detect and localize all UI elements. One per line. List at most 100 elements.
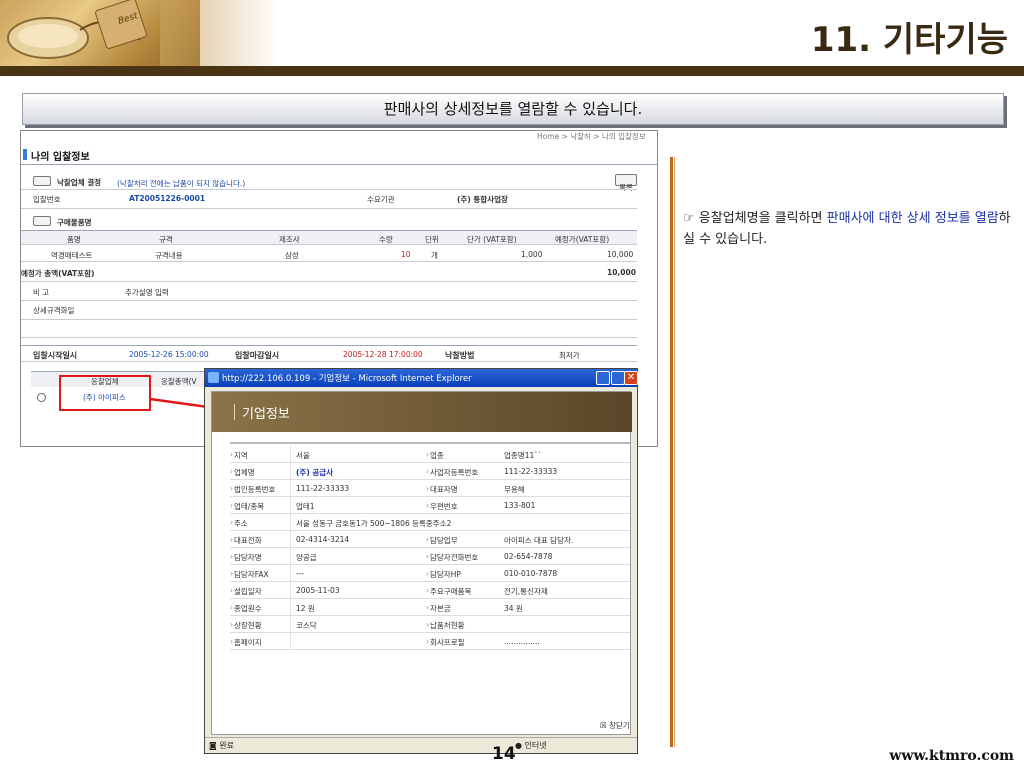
info-row: › 업태/종목 업태1 › 우편번호 133-801 — [230, 497, 630, 514]
col-header: 단가 (VAT포함) — [467, 235, 517, 244]
remark-label: 비 고 — [33, 288, 50, 297]
col-separator — [290, 531, 291, 548]
info-row: › 홈페이지 › 회사프로필............... — [230, 633, 630, 650]
cell: 규격내용 — [155, 251, 183, 260]
status-left-label: 완료 — [219, 741, 235, 750]
bullet-icon: › — [230, 501, 233, 510]
info-row: › 업체명 (주) 공급사 › 사업자등록번호 111-22-33333 — [230, 463, 630, 480]
bidder-radio[interactable] — [37, 393, 46, 402]
minimize-button[interactable] — [596, 371, 610, 385]
caption-bar: 판매사의 상세정보를 열람할 수 있습니다. — [22, 93, 1004, 125]
bullet-icon: › — [426, 450, 429, 459]
info-value: 111-22-33333 — [296, 484, 350, 493]
info-value: 업태1 — [296, 502, 315, 511]
info-value: 34 원 — [504, 604, 523, 613]
status-left: ◙ 완료 — [209, 741, 235, 750]
close-link[interactable]: ☒ 창닫기 — [600, 720, 630, 731]
start-value: 2005-12-26 15:00:00 — [129, 350, 209, 359]
row-line — [21, 337, 637, 338]
info-label: 업종 — [430, 451, 444, 460]
bullet-icon: › — [230, 450, 233, 459]
bullet-icon: › — [230, 552, 233, 561]
info-value: 코스닥 — [296, 621, 317, 630]
bullet-icon: › — [230, 518, 233, 527]
col-separator — [290, 548, 291, 565]
col-header: 규격 — [159, 235, 173, 244]
row-line — [21, 281, 637, 282]
row-line — [21, 319, 637, 320]
status-bar: ◙ 완료 ● 인터넷 — [205, 737, 637, 753]
checkbox-icon — [33, 216, 51, 226]
info-label: 우편번호 — [430, 502, 458, 511]
info-row: › 담당자명 양공급 › 담당자전화번호 02-654-7878 — [230, 548, 630, 565]
close-window-button[interactable]: ✕ — [624, 371, 638, 385]
info-value: 아이피스 대표 담당자. — [504, 536, 574, 545]
bullet-icon: › — [426, 552, 429, 561]
popup-heading: 기업정보 — [242, 407, 290, 422]
col-separator — [290, 599, 291, 616]
col-separator — [290, 514, 291, 531]
ie-icon — [208, 372, 219, 383]
end-label: 입찰마감일시 — [235, 351, 280, 360]
winner-note: (낙찰처리 전에는 납품이 되지 않습니다.) — [117, 179, 246, 188]
col-header: 품명 — [67, 235, 81, 244]
info-value: 12 원 — [296, 604, 315, 613]
bullet-icon: › — [426, 501, 429, 510]
highlight-box — [59, 375, 151, 411]
header: Best 11. 기타기능 — [0, 0, 1024, 66]
maximize-button[interactable] — [611, 371, 625, 385]
info-label: 홈페이지 — [234, 638, 262, 647]
info-label: 담당자전화번호 — [430, 553, 479, 562]
info-value: 양공급 — [296, 553, 317, 562]
start-label: 입찰시작일시 — [33, 351, 78, 360]
cell: 역경매테스트 — [51, 251, 93, 260]
info-value: (주) 공급사 — [296, 468, 334, 477]
status-right-label: 인터넷 — [524, 741, 547, 750]
info-label: 대표자명 — [430, 485, 458, 494]
info-row: › 주소 서울 성동구 금호동1가 500~1806 등록중주소2 — [230, 514, 630, 531]
total-label: 예정가 총액(VAT포함) — [21, 269, 95, 278]
agency-label: 수요기관 — [367, 195, 395, 204]
spec-label: 상세규격화일 — [33, 306, 75, 315]
end-value: 2005-12-28 17:00:00 — [343, 350, 423, 359]
status-right: ● 인터넷 — [515, 741, 547, 750]
note-prefix: ☞ 응찰업체명을 클릭하면 — [683, 211, 827, 226]
row-line — [21, 189, 637, 190]
col-header: 예정가(VAT포함) — [555, 235, 610, 244]
info-label: 주소 — [234, 519, 248, 528]
note-text: ☞ 응찰업체명을 클릭하면 판매사에 대한 상세 정보를 열람하실 수 있습니다… — [683, 208, 1013, 250]
items-header-row: 품명 규격 제조사 수량 단위 단가 (VAT포함) 예정가(VAT포함) — [21, 230, 637, 245]
info-label: 회사프로필 — [430, 638, 465, 647]
winner-label: 낙찰업체 결정 — [57, 178, 102, 187]
info-value: 010-010-7878 — [504, 569, 558, 578]
col-separator — [290, 497, 291, 514]
header-bar — [0, 66, 1024, 76]
list-button-label: 목록 — [619, 183, 633, 192]
popup-titlebar: http://222.106.0.109 - 기업정보 - Microsoft … — [205, 369, 638, 387]
info-label: 자본금 — [430, 604, 451, 613]
info-row: › 지역 서울 › 업종 업종명11`` — [230, 446, 630, 463]
bid-no-label: 입찰번호 — [33, 195, 61, 204]
info-row: › 상장현황 코스닥 › 납품처현황 — [230, 616, 630, 633]
col-separator — [290, 565, 291, 582]
list-button[interactable]: 목록 — [615, 174, 637, 192]
col-separator — [290, 582, 291, 599]
method-label: 낙찰방법 — [445, 351, 475, 360]
info-label: 담당자명 — [234, 553, 262, 562]
bullet-icon: › — [426, 620, 429, 629]
amount-header: 응찰총액(V — [161, 377, 197, 386]
info-row: › 법인등록번호 111-22-33333 › 대표자명 무용해 — [230, 480, 630, 497]
info-value: 02-654-7878 — [504, 552, 553, 561]
bullet-icon: › — [230, 637, 233, 646]
info-row: › 대표전화 02-4314-3214 › 담당업무 아이피스 대표 담당자. — [230, 531, 630, 548]
info-label: 상장현황 — [234, 621, 262, 630]
col-header: 단위 — [425, 235, 439, 244]
info-value: 업종명11`` — [504, 451, 542, 460]
info-label: 업체명 — [234, 468, 255, 477]
info-label: 담당업무 — [430, 536, 458, 545]
popup-body: 기업정보 › 지역 서울 › 업종 업종명11`` › 업체명 (주) 공급사 › 사업자등록번호 1… — [211, 391, 632, 735]
info-value: 2005-11-03 — [296, 586, 340, 595]
schedule-row: 입찰시작일시 2005-12-26 15:00:00 입찰마감일시 2005-1… — [21, 345, 637, 362]
col-header: 제조사 — [279, 235, 300, 244]
cell: 10 — [401, 250, 411, 259]
